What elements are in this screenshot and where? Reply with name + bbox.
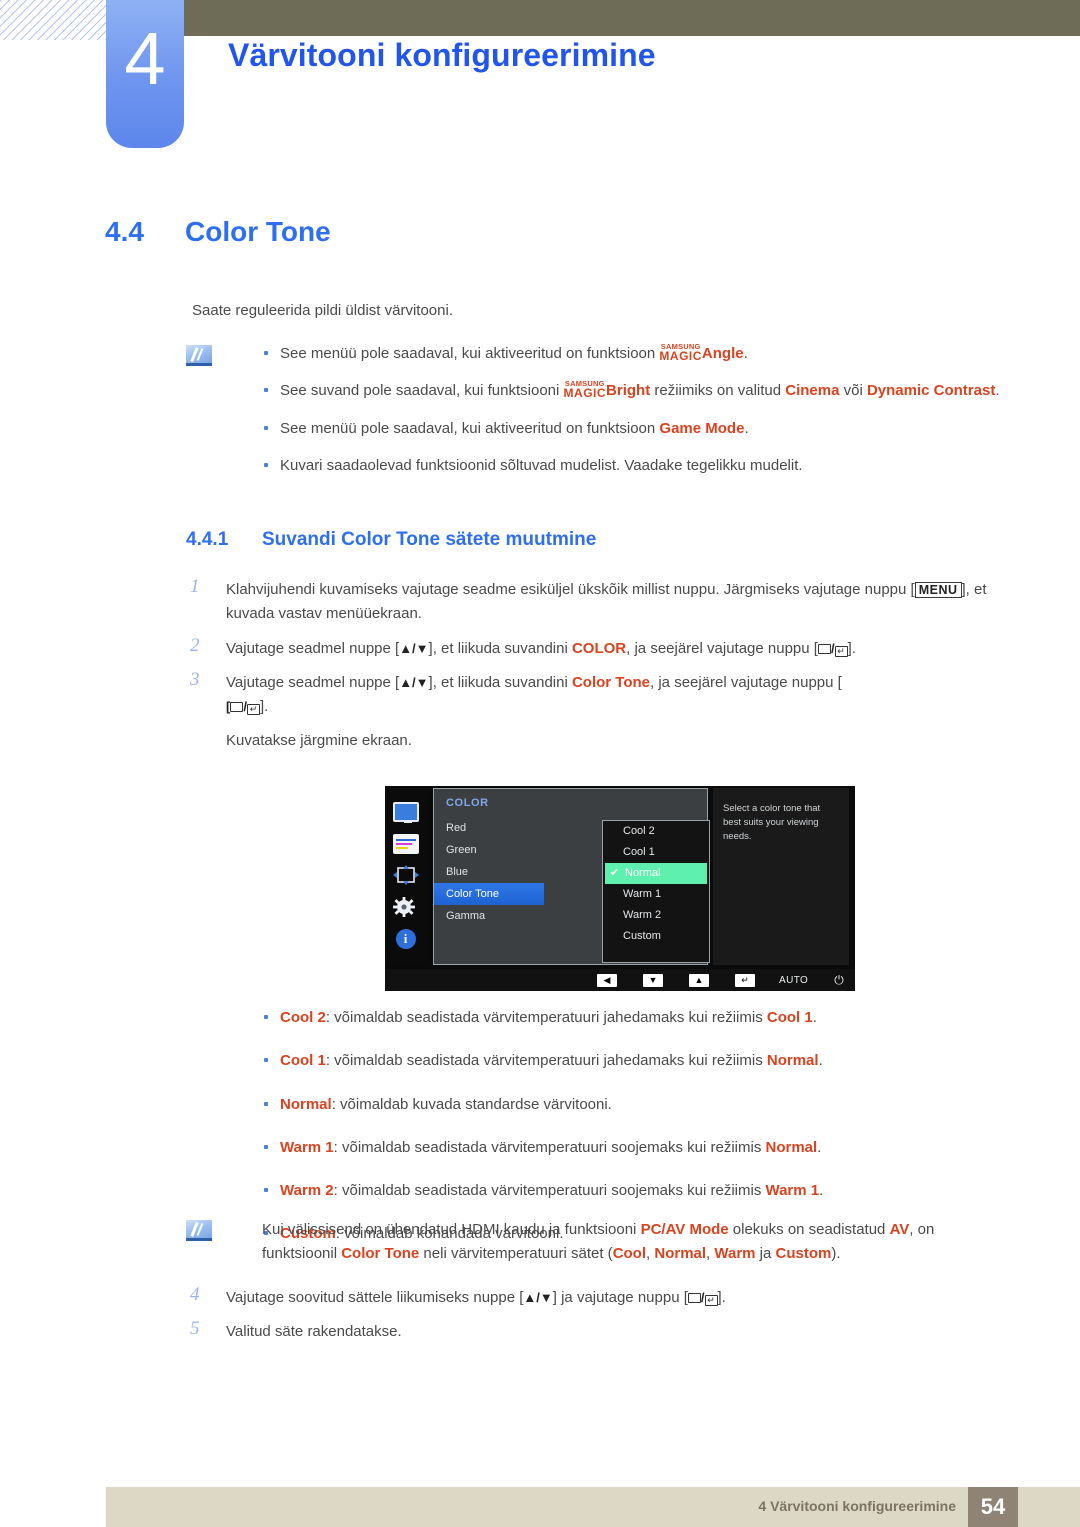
step-item: 2 Vajutage seadmel nuppe [▲/▼], et liiku… (190, 634, 1010, 661)
source-box-glyph (817, 643, 831, 654)
osd-auto-button[interactable]: AUTO (779, 975, 808, 986)
note-pen-icon (186, 1220, 214, 1244)
enter-key-glyph: ↵ (834, 645, 848, 657)
step-number: 2 (190, 634, 200, 656)
list-item: See menüü pole saadaval, kui aktiveeritu… (262, 417, 1010, 440)
osd-option[interactable]: Custom (603, 926, 709, 947)
step-number: 3 (190, 668, 200, 690)
chapter-title: Värvitooni konfigureerimine (228, 37, 656, 73)
step-text: Valitud säte rakendatakse. (226, 1323, 402, 1341)
osd-menu-panel: COLOR Red Green Blue Color Tone Gamma Co… (433, 788, 710, 965)
step-item: 5 Valitud säte rakendatakse. (190, 1318, 1010, 1344)
list-item: Warm 1: võimaldab seadistada värvitemper… (262, 1136, 1010, 1159)
navigation-icon-svg (392, 865, 419, 886)
chapter-number: 4 (124, 17, 166, 100)
subsection-number: 4.4.1 (186, 529, 229, 550)
monitor-icon (392, 801, 419, 823)
info-icon: i (395, 929, 416, 950)
osd-left-button[interactable]: ◀ (597, 973, 617, 987)
osd-screenshot: i COLOR Red Green Blue Color Tone Gamma … (385, 786, 855, 991)
power-icon[interactable]: ⏻ (834, 973, 844, 988)
note-block-top: See menüü pole saadaval, kui aktiveeritu… (186, 342, 1010, 491)
gear-icon-svg (392, 897, 415, 918)
step-text: Klahvijuhendi kuvamiseks vajutage seadme… (226, 581, 987, 623)
section-intro: Saate reguleerida pildi üldist värvitoon… (192, 302, 453, 319)
step-text: Vajutage seadmel nuppe [▲/▼], et liikuda… (226, 673, 842, 716)
step-number: 5 (190, 1318, 200, 1340)
note-bullet-list: See menüü pole saadaval, kui aktiveeritu… (262, 342, 1010, 477)
enter-key-glyph: ↵ (704, 1295, 718, 1306)
list-item: Kuvari saadaolevad funktsioonid sõltuvad… (262, 454, 1010, 477)
list-item: Warm 2: võimaldab seadistada värvitemper… (262, 1179, 1010, 1202)
osd-up-button[interactable]: ▲ (689, 973, 709, 987)
page-number: 54 (968, 1487, 1018, 1527)
step-text: Vajutage soovitud sättele liikumiseks nu… (226, 1289, 726, 1306)
step-number: 1 (190, 576, 200, 597)
osd-option[interactable]: Warm 2 (603, 905, 709, 926)
sliders-icon (392, 833, 419, 854)
osd-enter-button[interactable]: ↵ (735, 973, 755, 987)
section-title: Color Tone (185, 216, 331, 247)
osd-menu-title: COLOR (446, 797, 489, 809)
step-item: 3 Vajutage seadmel nuppe [▲/▼], et liiku… (190, 668, 1010, 754)
section-number: 4.4 (105, 216, 144, 247)
sliders-icon-svg (393, 835, 418, 852)
list-item: Normal: võimaldab kuvada standardse värv… (262, 1093, 1010, 1116)
step-item: 4 Vajutage soovitud sättele liikumiseks … (190, 1284, 1010, 1310)
list-item: Cool 1: võimaldab seadistada värvitemper… (262, 1049, 1010, 1072)
osd-option[interactable]: Warm 1 (603, 884, 709, 905)
osd-option-popup: Cool 2 Cool 1 Normal Warm 1 Warm 2 Custo… (602, 820, 710, 963)
osd-bottom-toolbar: ◀ ▼ ▲ ↵ AUTO ⏻ (385, 969, 855, 991)
osd-option-checked[interactable]: Normal (605, 863, 707, 884)
up-down-arrow-glyph: ▲/▼ (523, 1290, 553, 1305)
step-number: 4 (190, 1284, 200, 1305)
list-item: Cool 2: võimaldab seadistada värvitemper… (262, 1006, 1010, 1029)
samsung-magic-label: SAMSUNG MAGIC (563, 379, 607, 401)
osd-down-button[interactable]: ▼ (643, 973, 663, 987)
osd-option[interactable]: Cool 1 (603, 842, 709, 863)
navigation-icon (392, 865, 419, 886)
up-down-arrow-glyph: ▲/▼ (399, 640, 429, 656)
osd-icon-sidebar: i (385, 786, 426, 965)
step-text: Vajutage seadmel nuppe [▲/▼], et liikuda… (226, 639, 856, 657)
footer-text: 4 Värvitooni konfigureerimine (758, 1498, 956, 1514)
enter-key-glyph: ↵ (246, 704, 260, 716)
note-block-bottom: Kui välissisend on ühendatud HDMI kaudu … (186, 1218, 1004, 1266)
list-item: See suvand pole saadaval, kui funktsioon… (262, 379, 1010, 402)
subsection-title: Suvandi Color Tone sätete muutmine (262, 529, 597, 550)
manual-page: 4 Värvitooni konfigureerimine 4.4 Color … (0, 0, 1080, 1527)
osd-help-text: Select a color tone that best suits your… (713, 788, 849, 965)
samsung-magic-label: SAMSUNG MAGIC (659, 342, 702, 363)
source-box-glyph (687, 1293, 701, 1303)
note-bottom-text: Kui välissisend on ühendatud HDMI kaudu … (262, 1221, 935, 1262)
step-item: 1 Klahvijuhendi kuvamiseks vajutage sead… (190, 576, 1010, 627)
list-item: See menüü pole saadaval, kui aktiveeritu… (262, 342, 1010, 365)
menu-key-glyph: MENU (914, 582, 962, 598)
up-down-arrow-glyph: ▲/▼ (399, 674, 429, 690)
osd-menu-item-selected[interactable]: Color Tone (434, 883, 544, 905)
decorative-hatch-pattern (0, 0, 106, 40)
header-bar (184, 0, 1080, 36)
steps-list-bottom: 4 Vajutage soovitud sättele liikumiseks … (190, 1284, 1010, 1355)
gear-icon (392, 897, 419, 918)
note-pen-icon (186, 345, 214, 369)
step-extra-text: Kuvatakse järgmine ekraan. (226, 732, 412, 750)
osd-option[interactable]: Cool 2 (603, 821, 709, 842)
steps-list-top: 1 Klahvijuhendi kuvamiseks vajutage sead… (190, 576, 1010, 764)
source-box-glyph (230, 702, 244, 713)
